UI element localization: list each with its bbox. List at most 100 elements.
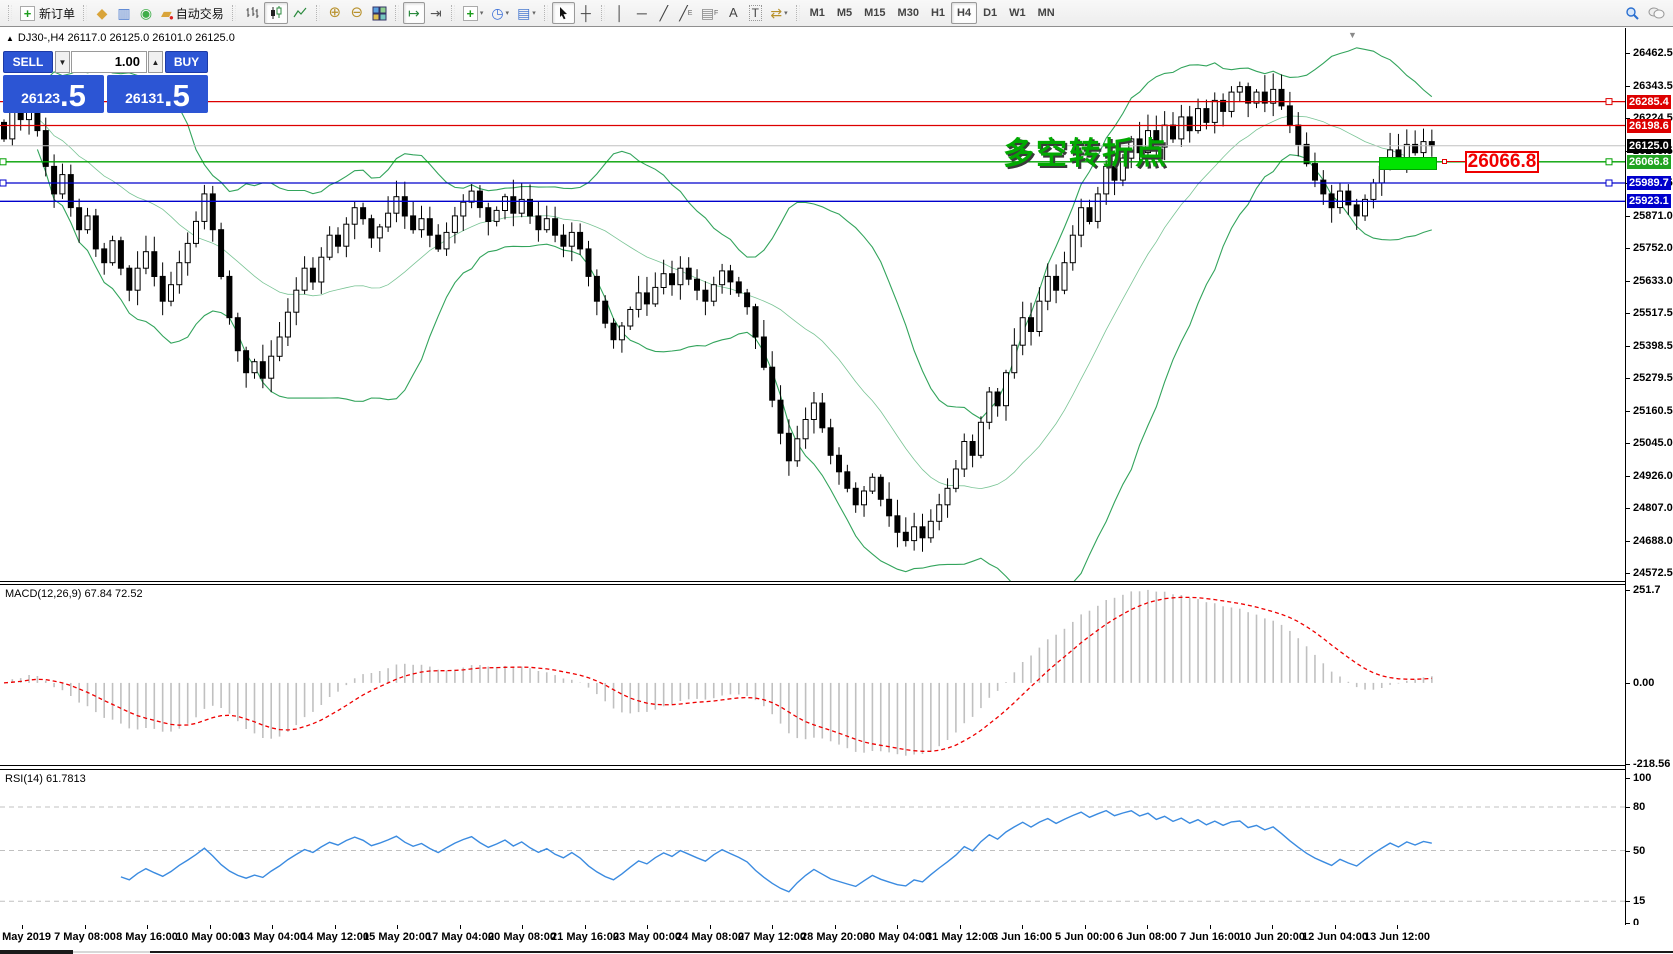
axis-tick [1626, 541, 1630, 542]
metaeditor-button[interactable]: ◆ [91, 2, 113, 24]
chart-line-button[interactable] [288, 2, 312, 24]
arrows-button[interactable]: ⇄ ▾ [766, 2, 791, 24]
zoom-out-icon: ⊖ [351, 6, 364, 20]
shift-chart-button[interactable]: ⇥ [425, 2, 447, 24]
time-tick [1335, 925, 1336, 929]
pane-separator[interactable] [0, 581, 1625, 585]
axis-tick [1626, 281, 1630, 282]
axis-tick-label: 25752.0 [1633, 242, 1673, 254]
cursor-button[interactable] [552, 2, 575, 24]
pane-separator[interactable] [0, 765, 1625, 770]
text-label-button[interactable]: T [744, 2, 766, 24]
time-label: 7 Jun 16:00 [1180, 931, 1240, 943]
price-tag: 26066.8 [1627, 155, 1671, 169]
axis-tick-label: 24926.0 [1633, 470, 1673, 482]
zoom-in-button[interactable]: ⊕ [324, 2, 346, 24]
new-order-icon: + [20, 6, 35, 21]
toolbar-grip [83, 5, 87, 21]
chat-button[interactable] [1644, 2, 1669, 24]
trendline-icon: ╱ [660, 6, 668, 20]
time-tick [22, 925, 23, 929]
time-label: 10 May 00:00 [176, 931, 244, 943]
price-axis[interactable]: 26462.526343.526224.526105.525989.525871… [1625, 28, 1673, 928]
tab-timeframe-m30[interactable]: M30 [892, 2, 925, 24]
volume-input[interactable]: 1.00 [71, 51, 147, 73]
chevron-down-icon: ▾ [784, 9, 788, 17]
indicators-button[interactable]: + ▾ [459, 2, 488, 24]
tab-timeframe-mn[interactable]: MN [1032, 2, 1061, 24]
highlight-rectangle[interactable] [1379, 157, 1437, 170]
new-order-button[interactable]: + 新订单 [16, 2, 79, 24]
hline-button[interactable]: ─ [631, 2, 653, 24]
tile-windows-icon [372, 6, 387, 21]
indicators-icon: + [463, 6, 478, 21]
tab-timeframe-h1[interactable]: H1 [925, 2, 951, 24]
zoom-out-button[interactable]: ⊖ [346, 2, 368, 24]
price-callout-label[interactable]: 26066.8 [1465, 151, 1539, 173]
macd-axis-label: 0.00 [1633, 677, 1654, 689]
line-chart-icon [292, 5, 308, 21]
metaeditor-icon: ◆ [97, 6, 108, 20]
tab-timeframe-m5[interactable]: M5 [831, 2, 858, 24]
time-label: 27 May 12:00 [738, 931, 806, 943]
tab-timeframe-w1[interactable]: W1 [1003, 2, 1032, 24]
profile-button[interactable]: ▥ [113, 2, 135, 24]
signals-button[interactable]: ◉ [135, 2, 157, 24]
toolbar-grip [796, 5, 800, 21]
rsi-pane[interactable] [0, 770, 1625, 925]
templates-button[interactable]: ▤ ▾ [513, 2, 540, 24]
trendline-button[interactable]: ╱ [653, 2, 675, 24]
time-tick [1022, 925, 1023, 929]
time-tick [1085, 925, 1086, 929]
vline-button[interactable]: │ [609, 2, 631, 24]
chart-bars-button[interactable] [240, 2, 264, 24]
tab-timeframe-h4[interactable]: H4 [951, 2, 977, 24]
time-tick [835, 925, 836, 929]
volume-up-button[interactable]: ▲ [148, 51, 163, 73]
autoscroll-button[interactable]: ↦ [403, 2, 425, 24]
macd-axis-label: -218.56 [1633, 758, 1670, 770]
tab-timeframe-d1[interactable]: D1 [977, 2, 1003, 24]
time-label: 17 May 04:00 [426, 931, 494, 943]
bar-chart-icon [244, 5, 260, 21]
time-label: 7 May 08:00 [54, 931, 116, 943]
channel-button[interactable]: ╱E [675, 2, 697, 24]
tab-timeframe-m1[interactable]: M1 [804, 2, 831, 24]
time-axis[interactable]: 6 May 20197 May 08:008 May 16:0010 May 0… [0, 925, 1673, 951]
axis-tick-label: 24688.0 [1633, 535, 1673, 547]
volume-down-button[interactable]: ▼ [55, 51, 70, 73]
axis-tick [1626, 778, 1630, 779]
toolbar: + 新订单 ◆ ▥ ◉ ▰ ● 自动交易 [0, 0, 1673, 27]
collapse-triangle-icon[interactable]: ▲ [6, 34, 14, 43]
profile-icon: ▥ [117, 6, 130, 20]
buy-price-box[interactable]: 26131.5 [107, 75, 208, 113]
text-button[interactable]: A [722, 2, 744, 24]
tile-windows-button[interactable] [368, 2, 391, 24]
time-label: 8 May 16:00 [116, 931, 178, 943]
fibonacci-button[interactable]: ▤F [697, 2, 723, 24]
signal-icon: ◉ [140, 6, 152, 20]
bottom-window-edge [0, 950, 73, 954]
axis-tick [1626, 378, 1630, 379]
axis-tick [1626, 764, 1630, 765]
rsi-axis-label: 80 [1633, 801, 1645, 813]
autotrading-icon: ▰ ● [161, 6, 172, 21]
chart-window: ▲DJ30-,H4 26117.0 26125.0 26101.0 26125.… [0, 28, 1673, 954]
macd-pane[interactable] [0, 585, 1625, 765]
time-label: 10 Jun 20:00 [1239, 931, 1305, 943]
sell-price-box[interactable]: 26123.5 [3, 75, 104, 113]
tab-timeframe-m15[interactable]: M15 [858, 2, 891, 24]
crosshair-icon: ┼ [581, 6, 591, 20]
search-button[interactable] [1621, 2, 1644, 24]
buy-button[interactable]: BUY [165, 51, 208, 73]
rsi-label: RSI(14) 61.7813 [5, 773, 86, 785]
autoscroll-icon: ↦ [408, 6, 420, 20]
crosshair-button[interactable]: ┼ [575, 2, 597, 24]
main-price-pane[interactable] [0, 28, 1625, 581]
chart-candles-button[interactable] [264, 2, 288, 24]
axis-tick [1626, 346, 1630, 347]
sell-button[interactable]: SELL [3, 51, 53, 73]
autotrading-button[interactable]: ▰ ● 自动交易 [157, 2, 228, 24]
periods-button[interactable]: ◷ ▾ [487, 2, 513, 24]
mt4-terminal-window: + 新订单 ◆ ▥ ◉ ▰ ● 自动交易 [0, 0, 1673, 954]
